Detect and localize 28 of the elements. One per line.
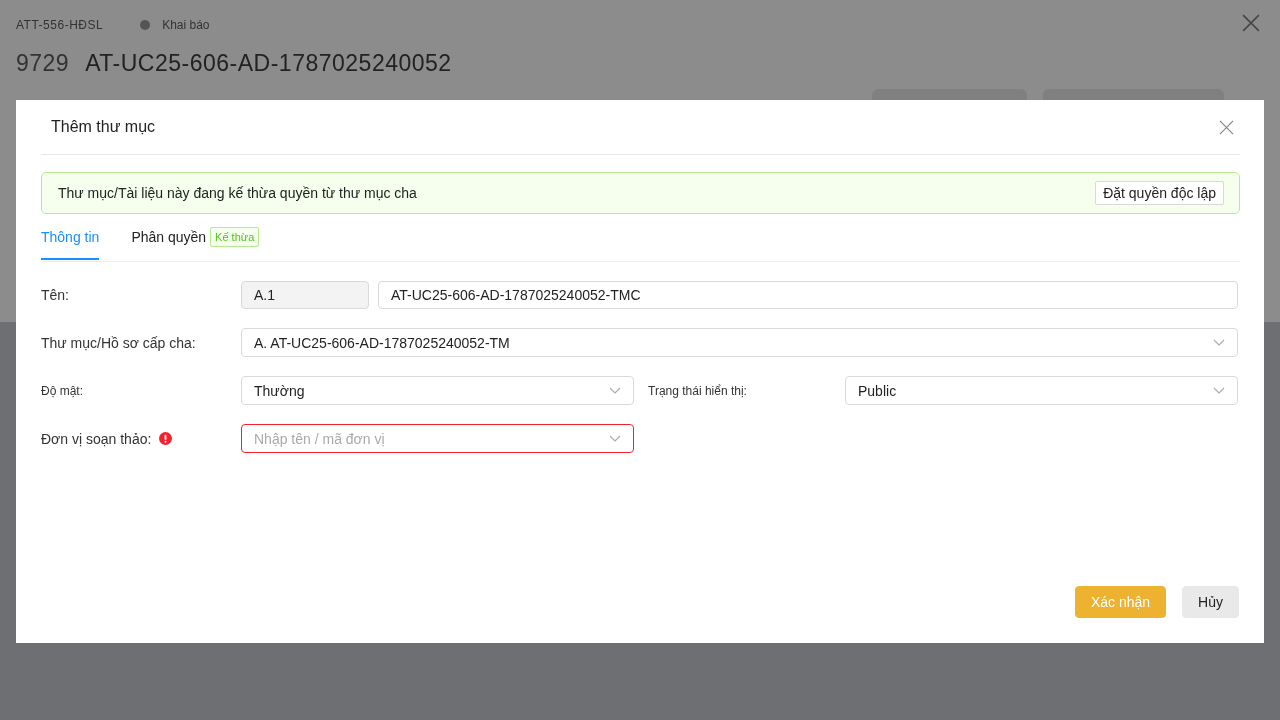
record-title: AT-UC25-606-AD-1787025240052 — [85, 50, 452, 77]
chevron-down-icon — [609, 387, 621, 394]
field-label: Độ mật: — [41, 383, 83, 398]
set-independent-button[interactable]: Đặt quyền độc lập — [1095, 181, 1224, 205]
close-icon[interactable] — [1219, 119, 1234, 135]
select-field[interactable]: Thường — [241, 376, 634, 405]
close-icon[interactable] — [1242, 14, 1260, 32]
chevron-down-icon — [609, 435, 621, 442]
cancel-button[interactable]: Hủy — [1182, 586, 1239, 618]
chevron-down-icon — [1213, 339, 1225, 346]
field-label: Tên: — [41, 287, 69, 303]
notice-text: Thư mục/Tài liệu này đang kế thừa quyền từ thư mục cha — [58, 185, 417, 201]
select-field[interactable]: Public — [845, 376, 1238, 405]
dialog-title: Thêm thư mục — [51, 118, 156, 136]
select-field[interactable]: A. AT-UC25-606-AD-1787025240052-TM — [241, 328, 1238, 357]
record-code: ATT-556-HĐSL — [16, 18, 104, 32]
status-label: Khai báo — [162, 18, 210, 32]
chevron-down-icon — [1213, 387, 1225, 394]
field-label: Trạng thái hiển thị: — [648, 383, 747, 398]
code-prefix-field: A.1 — [241, 281, 369, 309]
name-input[interactable]: AT-UC25-606-AD-1787025240052-TMC — [378, 281, 1238, 309]
field-label: Thư mục/Hồ sơ cấp cha: — [41, 334, 196, 351]
inherit-tag: Kế thừa — [210, 227, 260, 247]
status-dot-icon — [140, 20, 151, 30]
error-icon — [159, 432, 173, 445]
field-label: Đơn vị soạn thảo: — [41, 430, 152, 447]
tab[interactable]: Phân quyền Kế thừa — [131, 214, 260, 260]
record-number: 9729 — [16, 50, 70, 77]
